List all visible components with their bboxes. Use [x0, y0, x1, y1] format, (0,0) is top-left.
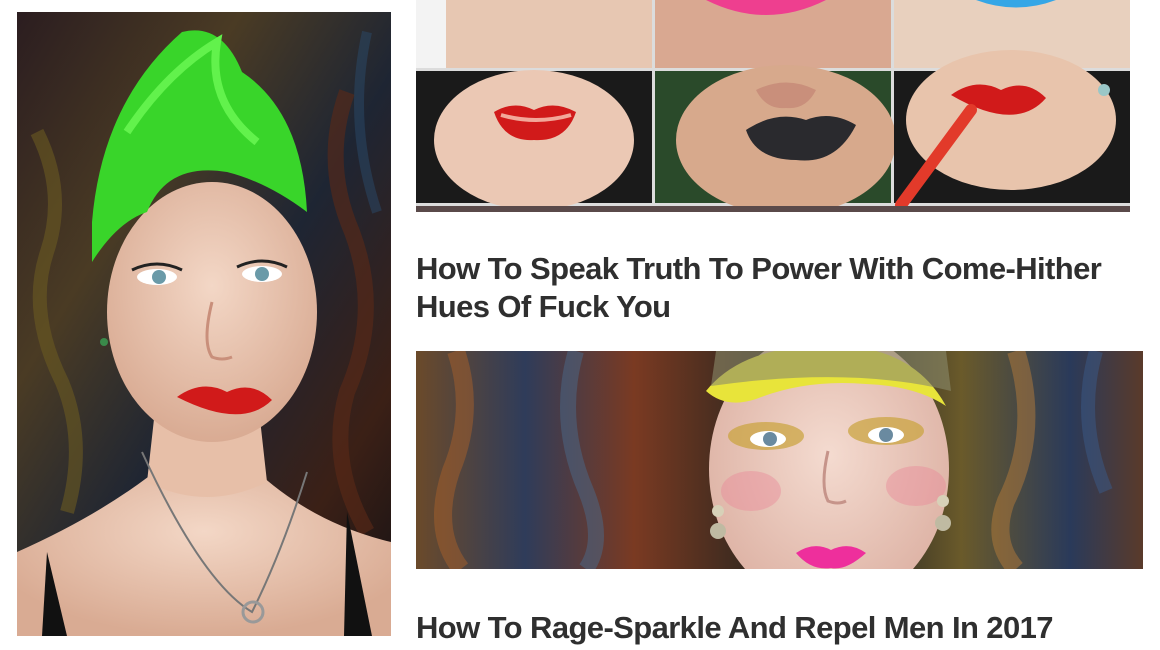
article-title-2[interactable]: How To Rage-Sparkle And Repel Men In 201…: [416, 609, 1136, 647]
article-banner-image[interactable]: [416, 351, 1143, 569]
lipstick-collage-image[interactable]: [416, 0, 1130, 212]
portrait-photo-green-hair: [17, 12, 391, 636]
article-title-1[interactable]: How To Speak Truth To Power With Come-Hi…: [416, 250, 1136, 326]
